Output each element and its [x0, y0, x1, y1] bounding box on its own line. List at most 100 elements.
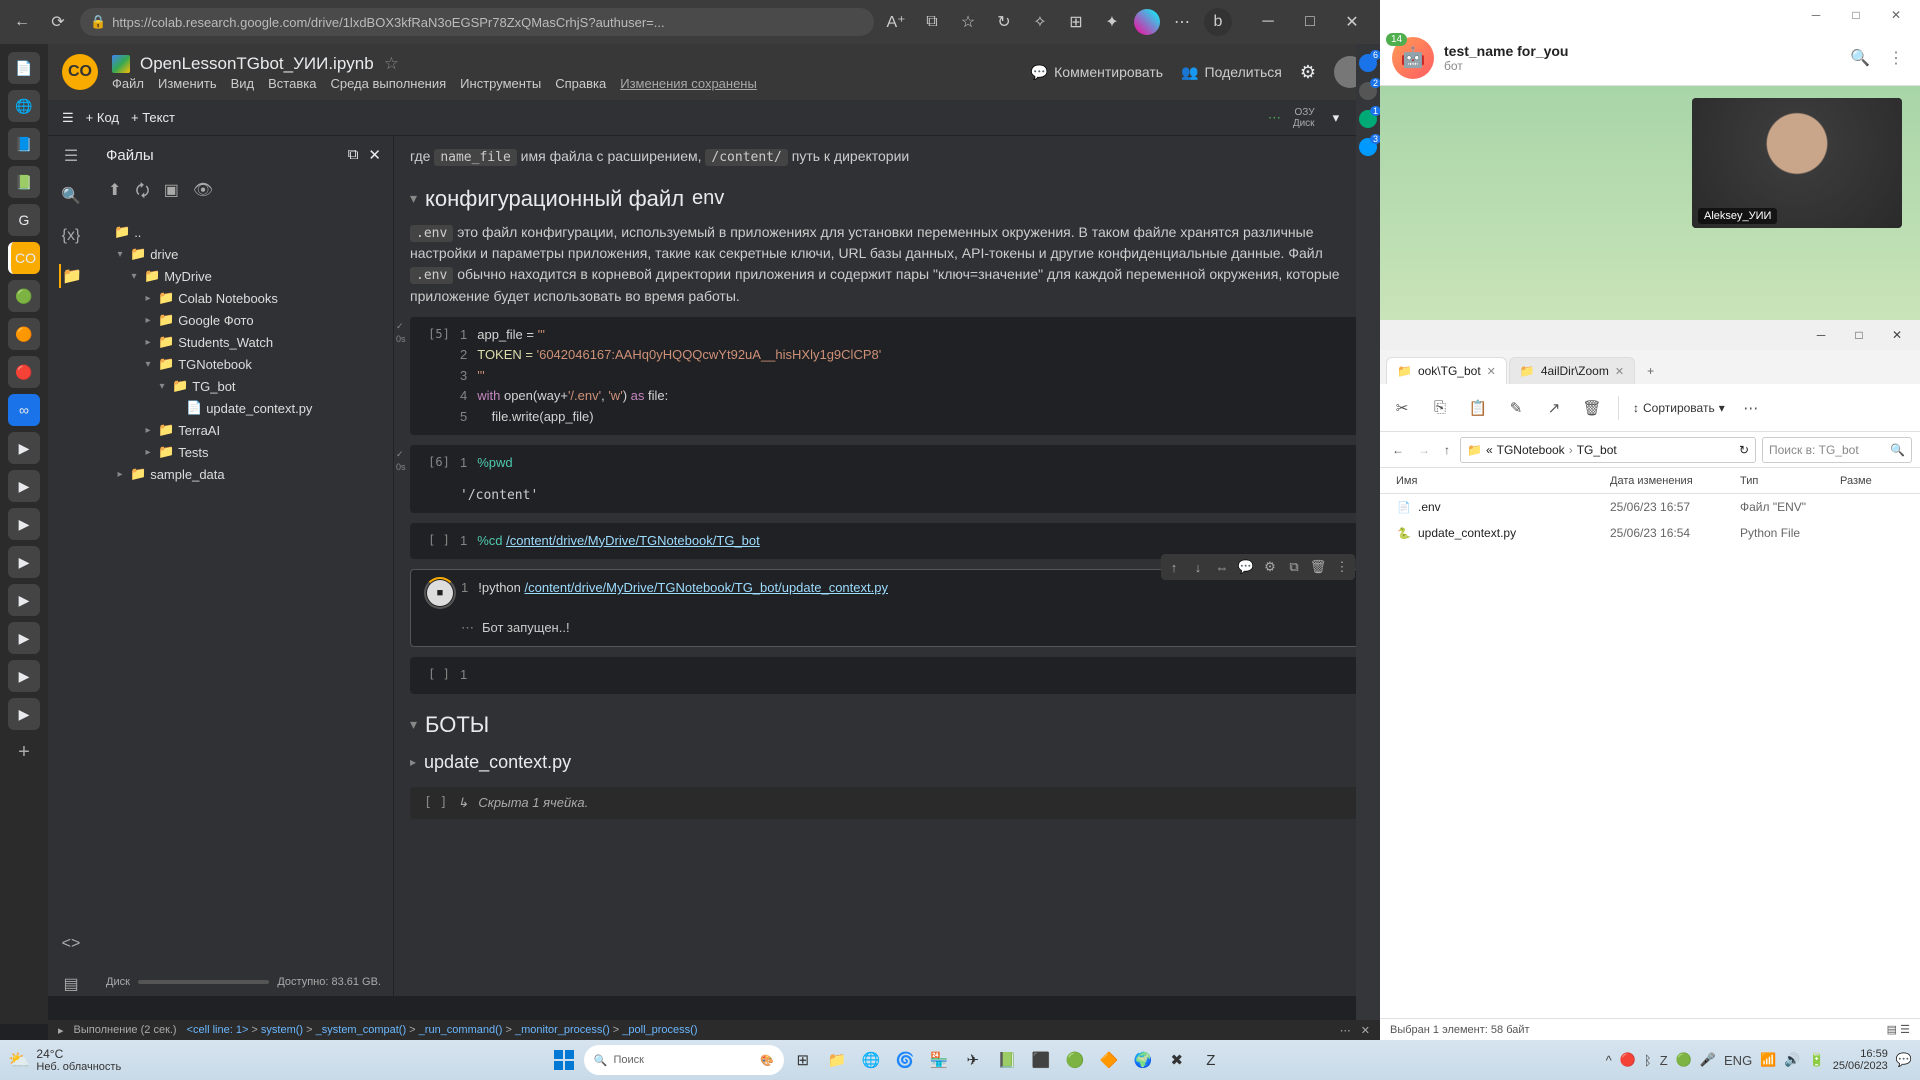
split-icon[interactable]: ⧉: [918, 8, 946, 36]
taskbar-app[interactable]: 🌐: [856, 1045, 886, 1075]
menu-runtime[interactable]: Среда выполнения: [330, 76, 446, 91]
tab-item[interactable]: ▶: [8, 470, 40, 502]
star-icon[interactable]: ☆: [384, 54, 399, 74]
expand-icon[interactable]: ▸: [58, 1024, 64, 1037]
forward-icon[interactable]: →: [1414, 443, 1434, 457]
back-icon[interactable]: ←: [1388, 443, 1408, 457]
hide-icon[interactable]: 👁: [193, 180, 213, 207]
refresh-icon[interactable]: ↻: [1739, 443, 1749, 457]
tab-item-active[interactable]: CO: [8, 242, 40, 274]
document-title[interactable]: OpenLessonTGbot_УИИ.ipynb: [140, 54, 374, 74]
variables-icon[interactable]: {x}: [59, 224, 83, 248]
close-tab-icon[interactable]: ✕: [1487, 365, 1496, 378]
list-item[interactable]: 🐍update_context.py 25/06/23 16:54 Python…: [1380, 520, 1920, 546]
close-panel-icon[interactable]: ✕: [368, 146, 381, 164]
more-cell-icon[interactable]: ⋮: [1331, 556, 1353, 578]
search-icon[interactable]: 🔍: [59, 184, 83, 208]
taskbar-app[interactable]: 🟢: [1060, 1045, 1090, 1075]
tab-item[interactable]: 📘: [8, 128, 40, 160]
close-tab-icon[interactable]: ✕: [1615, 365, 1624, 378]
close-icon[interactable]: ✕: [1878, 323, 1916, 347]
minimize-icon[interactable]: ─: [1802, 323, 1840, 347]
toc-icon[interactable]: ☰: [59, 144, 83, 168]
comment-button[interactable]: 💬Комментировать: [1031, 64, 1163, 81]
up-icon[interactable]: ↑: [1440, 443, 1454, 457]
code-editor[interactable]: 1!python /content/drive/MyDrive/TGNotebo…: [461, 578, 1355, 599]
back-icon[interactable]: ←: [8, 8, 36, 36]
colab-chat-strip[interactable]: 6 2 1 3: [1356, 44, 1380, 1020]
tree-folder[interactable]: ▸📁Colab Notebooks: [100, 287, 387, 309]
bluetooth-icon[interactable]: ᛒ: [1644, 1053, 1652, 1068]
close-icon[interactable]: ✕: [1878, 3, 1914, 27]
language-indicator[interactable]: ENG: [1724, 1053, 1752, 1068]
sort-dropdown[interactable]: ↕ Сортировать ▾: [1633, 401, 1725, 415]
add-code-button[interactable]: + Код: [86, 110, 119, 125]
new-tab-button[interactable]: +: [8, 736, 40, 768]
taskbar-app[interactable]: 🔶: [1094, 1045, 1124, 1075]
code-editor[interactable]: 1%pwd: [460, 453, 1356, 474]
gear-icon[interactable]: ⚙: [1300, 62, 1316, 83]
files-icon[interactable]: 📁: [59, 264, 83, 288]
menu-toggle-icon[interactable]: ☰: [62, 110, 74, 126]
section-subheading[interactable]: ▸update_context.py: [410, 752, 1364, 773]
command-icon[interactable]: ▤: [59, 972, 83, 996]
menu-view[interactable]: Вид: [231, 76, 255, 91]
tab-item[interactable]: ▶: [8, 698, 40, 730]
stop-button[interactable]: ■: [427, 580, 453, 606]
battery-icon[interactable]: 🔋: [1809, 1052, 1825, 1068]
taskbar-app[interactable]: ⊞: [788, 1045, 818, 1075]
share-icon[interactable]: ↗: [1542, 396, 1566, 420]
bing-icon[interactable]: b: [1204, 8, 1232, 36]
tab-item[interactable]: ▶: [8, 432, 40, 464]
rename-icon[interactable]: ✎: [1504, 396, 1528, 420]
menu-file[interactable]: Файл: [112, 76, 144, 91]
stack-trace[interactable]: <cell line: 1> > system() > _system_comp…: [187, 1024, 698, 1036]
code-cell[interactable]: ✓0s [5] 1app_file = ''' 2TOKEN = '604204…: [410, 317, 1364, 436]
comment-cell-icon[interactable]: 💬: [1235, 556, 1257, 578]
start-button[interactable]: [548, 1044, 580, 1076]
tab-item[interactable]: ∞: [8, 394, 40, 426]
tab-item[interactable]: 📗: [8, 166, 40, 198]
terminal-icon[interactable]: <>: [59, 932, 83, 956]
details-view-icon[interactable]: ☰: [1900, 1024, 1910, 1036]
tab-item[interactable]: G: [8, 204, 40, 236]
maximize-icon[interactable]: □: [1290, 8, 1330, 36]
tree-folder[interactable]: ▾📁TGNotebook: [100, 353, 387, 375]
menu-tools[interactable]: Инструменты: [460, 76, 541, 91]
taskbar-app[interactable]: ⬛: [1026, 1045, 1056, 1075]
taskbar-search[interactable]: 🔍 Поиск🎨: [584, 1045, 784, 1075]
refresh-icon[interactable]: ⟳: [44, 8, 72, 36]
tab-item[interactable]: 🌐: [8, 90, 40, 122]
tree-folder[interactable]: ▸📁sample_data: [100, 463, 387, 485]
taskbar-app[interactable]: 📗: [992, 1045, 1022, 1075]
maximize-icon[interactable]: □: [1838, 3, 1874, 27]
tab-item[interactable]: ▶: [8, 660, 40, 692]
notebook-area[interactable]: где name_file имя файла с расширением, /…: [394, 136, 1380, 996]
code-cell-running[interactable]: ↑ ↓ ⇔ 💬 ⚙ ⧉ 🗑 ⋮ ■ 1!python /content/driv…: [410, 569, 1364, 647]
section-heading[interactable]: ▾конфигурационный файл env: [410, 186, 1364, 212]
notifications-icon[interactable]: 💬: [1896, 1052, 1912, 1068]
tree-folder[interactable]: ▾📁MyDrive: [100, 265, 387, 287]
tab-item[interactable]: 🟢: [8, 280, 40, 312]
clock[interactable]: 16:59 25/06/2023: [1833, 1048, 1888, 1072]
chat-body[interactable]: Aleksey_УИИ: [1380, 86, 1920, 320]
tree-folder[interactable]: ▾📁TG_bot: [100, 375, 387, 397]
tree-folder[interactable]: ▸📁Tests: [100, 441, 387, 463]
taskbar-app[interactable]: 🏪: [924, 1045, 954, 1075]
url-input[interactable]: 🔒 https://colab.research.google.com/driv…: [80, 8, 874, 36]
tree-up[interactable]: 📁..: [100, 221, 387, 243]
menu-edit[interactable]: Изменить: [158, 76, 217, 91]
menu-help[interactable]: Справка: [555, 76, 606, 91]
explorer-tab-active[interactable]: 📁ook\TG_bot✕: [1386, 357, 1507, 384]
tree-file[interactable]: 📄update_context.py: [100, 397, 387, 419]
code-editor[interactable]: 1%cd /content/drive/MyDrive/TGNotebook/T…: [460, 531, 1356, 552]
cut-icon[interactable]: ✂: [1390, 396, 1414, 420]
tree-folder[interactable]: ▾📁drive: [100, 243, 387, 265]
explorer-search-input[interactable]: Поиск в: TG_bot🔍: [1762, 437, 1912, 463]
search-icon[interactable]: 🔍: [1846, 48, 1874, 68]
runtime-dropdown-icon[interactable]: ▾: [1327, 110, 1346, 126]
tab-item[interactable]: 🟠: [8, 318, 40, 350]
mirror-icon[interactable]: ⧉: [1283, 556, 1305, 578]
tray-icon[interactable]: Z: [1660, 1053, 1668, 1068]
move-down-icon[interactable]: ↓: [1187, 556, 1209, 578]
